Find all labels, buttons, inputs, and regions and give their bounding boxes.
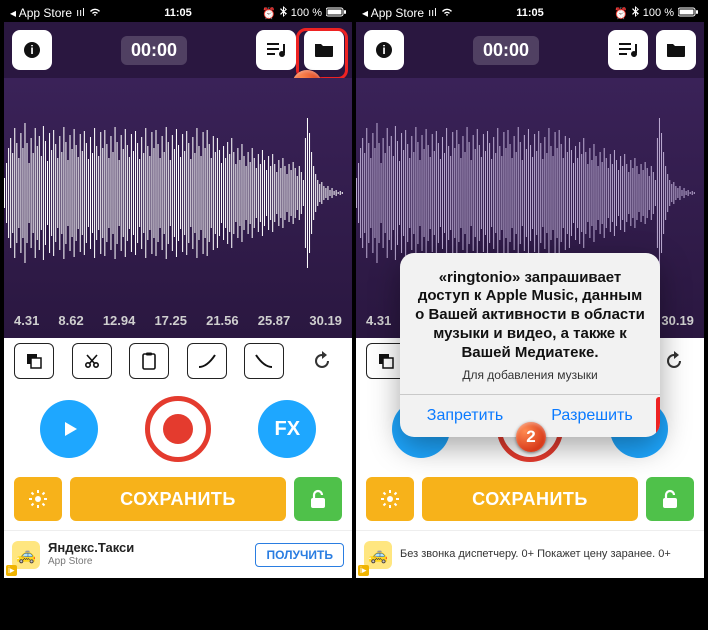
settings-button[interactable] xyxy=(366,477,414,521)
dialog-deny-button[interactable]: Запретить xyxy=(400,395,530,437)
ad-banner[interactable]: 🚕 Без звонка диспетчеру. 0+ Покажет цену… xyxy=(356,530,704,578)
fx-button[interactable]: FX xyxy=(258,400,316,458)
battery-icon xyxy=(678,7,698,20)
ad-app-icon: 🚕 xyxy=(12,541,40,569)
playlist-button[interactable] xyxy=(608,30,648,70)
wifi-icon xyxy=(89,7,101,20)
dialog-allow-button[interactable]: Разрешить xyxy=(530,395,654,437)
svg-text:i: i xyxy=(382,43,385,57)
back-to-appstore[interactable]: ◂ App Store xyxy=(10,6,72,20)
battery-icon xyxy=(326,7,346,20)
signal-icon: ııl xyxy=(76,7,85,19)
tick: 17.25 xyxy=(154,313,187,328)
ad-text: Без звонка диспетчеру. 0+ Покажет цену з… xyxy=(400,548,696,561)
ad-app-icon: 🚕 xyxy=(364,541,392,569)
tick: 25.87 xyxy=(258,313,291,328)
record-button[interactable] xyxy=(145,396,211,462)
paste-button[interactable] xyxy=(129,343,169,379)
save-row: СОХРАНИТЬ xyxy=(4,474,352,530)
dialog-subtext: Для добавления музыки xyxy=(400,368,660,394)
info-button[interactable]: i xyxy=(364,30,404,70)
wifi-icon xyxy=(441,7,453,20)
tick: 12.94 xyxy=(103,313,136,328)
tick: 30.19 xyxy=(661,313,694,328)
cut-button[interactable] xyxy=(72,343,112,379)
ad-text: Яндекс.Такси App Store xyxy=(48,541,247,567)
play-button[interactable] xyxy=(40,400,98,458)
adchoices-icon[interactable]: i▸ xyxy=(6,565,17,576)
time-ticks: 4.31 8.62 12.94 17.25 21.56 25.87 30.19 xyxy=(4,307,352,338)
battery-label: 100 % xyxy=(643,7,674,19)
waveform-area[interactable]: 4.31 8.62 12.94 17.25 21.56 25.87 30.19 xyxy=(4,78,352,338)
ad-cta-button[interactable]: ПОЛУЧИТЬ xyxy=(255,543,344,567)
edit-toolbar xyxy=(4,338,352,384)
tick: 8.62 xyxy=(58,313,83,328)
back-to-appstore[interactable]: ◂ App Store xyxy=(362,6,424,20)
top-toolbar: i 00:00 xyxy=(4,22,352,78)
signal-icon: ııl xyxy=(428,7,437,19)
fade-in-button[interactable] xyxy=(187,343,227,379)
alarm-icon: ⏰ xyxy=(614,7,628,20)
copy-button[interactable] xyxy=(14,343,54,379)
save-button[interactable]: СОХРАНИТЬ xyxy=(70,477,286,521)
tick: 30.19 xyxy=(309,313,342,328)
tick: 21.56 xyxy=(206,313,239,328)
top-toolbar: i 00:00 xyxy=(356,22,704,78)
status-time: 11:05 xyxy=(164,7,192,19)
unlock-button[interactable] xyxy=(646,477,694,521)
adchoices-icon[interactable]: i▸ xyxy=(358,565,369,576)
transport-row: FX xyxy=(4,384,352,474)
status-time: 11:05 xyxy=(516,7,544,19)
status-bar: ◂ App Store ııl 11:05 ⏰ 100 % xyxy=(356,4,704,22)
ad-banner[interactable]: 🚕 Яндекс.Такси App Store ПОЛУЧИТЬ i▸ xyxy=(4,530,352,578)
settings-button[interactable] xyxy=(14,477,62,521)
record-dot-icon xyxy=(163,414,193,444)
folder-button[interactable] xyxy=(656,30,696,70)
fade-out-button[interactable] xyxy=(244,343,284,379)
phone-right: ◂ App Store ııl 11:05 ⏰ 100 % i 00:00 xyxy=(356,4,704,626)
waveform-svg xyxy=(4,108,352,278)
status-bar: ◂ App Store ııl 11:05 ⏰ 100 % xyxy=(4,4,352,22)
tick: 4.31 xyxy=(366,313,391,328)
battery-label: 100 % xyxy=(291,7,322,19)
tick: 4.31 xyxy=(14,313,39,328)
timer-display: 00:00 xyxy=(121,36,187,65)
dialog-message: «ringtonio» запрашивает доступ к Apple M… xyxy=(400,253,660,369)
playlist-button[interactable] xyxy=(256,30,296,70)
save-row: СОХРАНИТЬ xyxy=(356,474,704,530)
timer-display: 00:00 xyxy=(473,36,539,65)
permission-dialog: «ringtonio» запрашивает доступ к Apple M… xyxy=(400,253,660,438)
waveform-canvas[interactable] xyxy=(4,78,352,307)
unlock-button[interactable] xyxy=(294,477,342,521)
phone-left: ◂ App Store ııl 11:05 ⏰ 100 % i 00:00 xyxy=(4,4,352,626)
info-button[interactable]: i xyxy=(12,30,52,70)
svg-text:i: i xyxy=(30,43,33,57)
bluetooth-icon xyxy=(280,6,287,20)
save-button[interactable]: СОХРАНИТЬ xyxy=(422,477,638,521)
callout-frame-2 xyxy=(656,397,660,437)
folder-button[interactable] xyxy=(304,30,344,70)
alarm-icon: ⏰ xyxy=(262,7,276,20)
bluetooth-icon xyxy=(632,6,639,20)
undo-button[interactable] xyxy=(302,343,342,379)
